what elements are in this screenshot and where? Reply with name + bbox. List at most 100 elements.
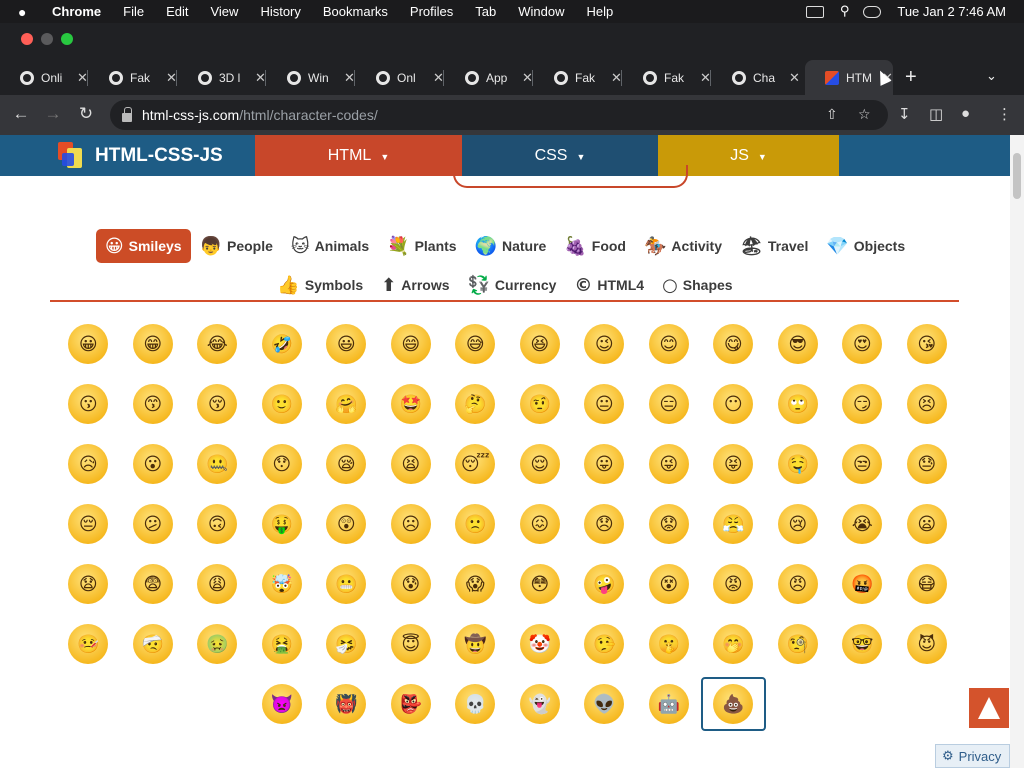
emoji-head-bandage[interactable]: 🤕: [121, 614, 186, 674]
menu-profiles[interactable]: Profiles: [410, 4, 453, 19]
category-animals[interactable]: 🐱 Animals: [282, 229, 378, 263]
emoji-raised-eyebrow[interactable]: 🤨: [508, 374, 573, 434]
app-menu-chrome[interactable]: Chrome: [52, 4, 101, 19]
browser-tab[interactable]: Onli ✕: [0, 60, 88, 95]
control-center-icon[interactable]: [863, 5, 882, 18]
close-tab-icon[interactable]: ✕: [789, 70, 800, 86]
emoji-zipper-mouth[interactable]: 🤐: [185, 434, 250, 494]
emoji-smiling-horns[interactable]: 😈: [895, 614, 960, 674]
emoji-halo-face[interactable]: 😇: [379, 614, 444, 674]
emoji-unamused-face[interactable]: 😒: [830, 434, 895, 494]
emoji-steam-from-nose[interactable]: 😤: [701, 494, 766, 554]
menu-window[interactable]: Window: [518, 4, 564, 19]
emoji-clown-face[interactable]: 🤡: [508, 614, 573, 674]
browser-tab[interactable]: Fak ✕: [89, 60, 177, 95]
emoji-squinting-face[interactable]: 😆: [508, 314, 573, 374]
category-activity[interactable]: 🏇 Activity: [635, 229, 731, 263]
emoji-skull[interactable]: 💀: [443, 674, 508, 734]
emoji-heart-eyes[interactable]: 😍: [830, 314, 895, 374]
emoji-sleeping-face[interactable]: 😴: [443, 434, 508, 494]
emoji-tired-face[interactable]: 😫: [379, 434, 444, 494]
screen-mirroring-icon[interactable]: [805, 5, 824, 18]
menu-view[interactable]: View: [210, 4, 238, 19]
emoji-tongue-out[interactable]: 😛: [572, 434, 637, 494]
emoji-confused-face[interactable]: 😕: [121, 494, 186, 554]
emoji-grimacing-face[interactable]: 😬: [314, 554, 379, 614]
download-icon[interactable]: ↧: [898, 105, 911, 123]
emoji-vomiting-face[interactable]: 🤮: [250, 614, 315, 674]
category-food[interactable]: 🍇 Food: [555, 229, 635, 263]
emoji-weary-face[interactable]: 😩: [185, 554, 250, 614]
category-travel[interactable]: 🏖 Travel: [731, 229, 817, 263]
emoji-slightly-smiling[interactable]: 🙂: [250, 374, 315, 434]
category-plants[interactable]: 💐 Plants: [378, 229, 465, 263]
menu-history[interactable]: History: [260, 4, 300, 19]
category-currency[interactable]: 💱 Currency: [459, 268, 566, 302]
category-html4[interactable]: © HTML4: [565, 268, 653, 302]
emoji-rolling-eyes[interactable]: 🙄: [766, 374, 831, 434]
emoji-sneezing-face[interactable]: 🤧: [314, 614, 379, 674]
bookmark-star-icon[interactable]: ☆: [858, 106, 871, 123]
emoji-squinting-tongue[interactable]: 😝: [701, 434, 766, 494]
emoji-kissing-smiling-eyes[interactable]: 😙: [121, 374, 186, 434]
emoji-pouting-face[interactable]: 😡: [701, 554, 766, 614]
emoji-cursing-face[interactable]: 🤬: [830, 554, 895, 614]
reload-icon[interactable]: ↻: [75, 104, 97, 124]
browser-tab[interactable]: Win ✕: [267, 60, 355, 95]
emoji-beaming-face[interactable]: 😁: [121, 314, 186, 374]
menu-file[interactable]: File: [123, 4, 144, 19]
browser-tab[interactable]: Cha ✕: [712, 60, 800, 95]
emoji-grinning-face[interactable]: 😀: [56, 314, 121, 374]
emoji-anguished-face[interactable]: 😧: [56, 554, 121, 614]
minimize-window-button[interactable]: [41, 33, 53, 45]
nav-html[interactable]: HTML ▼: [255, 135, 462, 176]
emoji-kissing-face[interactable]: 😗: [56, 374, 121, 434]
browser-tab[interactable]: Fak ✕: [534, 60, 622, 95]
emoji-star-struck[interactable]: 🤩: [379, 374, 444, 434]
browser-tab[interactable]: App ✕: [445, 60, 533, 95]
emoji-expressionless[interactable]: 😑: [637, 374, 702, 434]
emoji-worried-face[interactable]: 😟: [637, 494, 702, 554]
emoji-grinning-sweat[interactable]: 😅: [443, 314, 508, 374]
category-nature[interactable]: 🌍 Nature: [466, 229, 556, 263]
address-bar[interactable]: html-css-js.com/html/character-codes/ ⇧ …: [110, 100, 888, 130]
emoji-nauseated-face[interactable]: 🤢: [185, 614, 250, 674]
emoji-winking-face[interactable]: 😉: [572, 314, 637, 374]
emoji-sleepy-face[interactable]: 😪: [314, 434, 379, 494]
site-logo-icon[interactable]: [58, 142, 82, 168]
emoji-thinking-face[interactable]: 🤔: [443, 374, 508, 434]
emoji-cowboy-face[interactable]: 🤠: [443, 614, 508, 674]
emoji-persevering-face[interactable]: 😣: [895, 374, 960, 434]
profile-avatar-icon[interactable]: ●: [961, 105, 970, 122]
emoji-pensive-face[interactable]: 😔: [56, 494, 121, 554]
side-panel-icon[interactable]: ◫: [929, 105, 943, 123]
menubar-clock[interactable]: Tue Jan 2 7:46 AM: [897, 4, 1006, 19]
emoji-relieved-face[interactable]: 😌: [508, 434, 573, 494]
emoji-shushing-face[interactable]: 🤫: [637, 614, 702, 674]
emoji-upside-down[interactable]: 🙃: [185, 494, 250, 554]
category-symbols[interactable]: 👍 Symbols: [268, 268, 372, 302]
category-objects[interactable]: 💎 Objects: [817, 229, 914, 263]
fullscreen-window-button[interactable]: [61, 33, 73, 45]
emoji-hushed-face[interactable]: 😯: [250, 434, 315, 494]
scrollbar-thumb[interactable]: [1013, 153, 1021, 199]
menu-tab[interactable]: Tab: [475, 4, 496, 19]
emoji-ogre[interactable]: 👹: [314, 674, 379, 734]
emoji-goblin[interactable]: 👺: [379, 674, 444, 734]
emoji-pile-of-poo[interactable]: 💩: [701, 677, 766, 731]
scroll-to-top-button[interactable]: [969, 688, 1009, 728]
emoji-flushed-face[interactable]: 😳: [508, 554, 573, 614]
emoji-face-with-tears-of-joy[interactable]: 😂: [185, 314, 250, 374]
browser-tab[interactable]: Fak ✕: [623, 60, 711, 95]
emoji-disappointed-face[interactable]: 😞: [572, 494, 637, 554]
emoji-zany-face[interactable]: 🤪: [572, 554, 637, 614]
category-smileys[interactable]: 😀 Smileys: [95, 229, 191, 263]
forward-arrow-icon[interactable]: →: [42, 104, 64, 124]
emoji-hand-over-mouth[interactable]: 🤭: [701, 614, 766, 674]
new-tab-plus-icon[interactable]: +: [905, 66, 917, 89]
category-shapes[interactable]: ○ Shapes: [653, 268, 742, 302]
emoji-ghost[interactable]: 👻: [508, 674, 573, 734]
emoji-confounded-face[interactable]: 😖: [508, 494, 573, 554]
emoji-grinning-big-eyes[interactable]: 😃: [314, 314, 379, 374]
emoji-slightly-frowning[interactable]: 🙁: [443, 494, 508, 554]
